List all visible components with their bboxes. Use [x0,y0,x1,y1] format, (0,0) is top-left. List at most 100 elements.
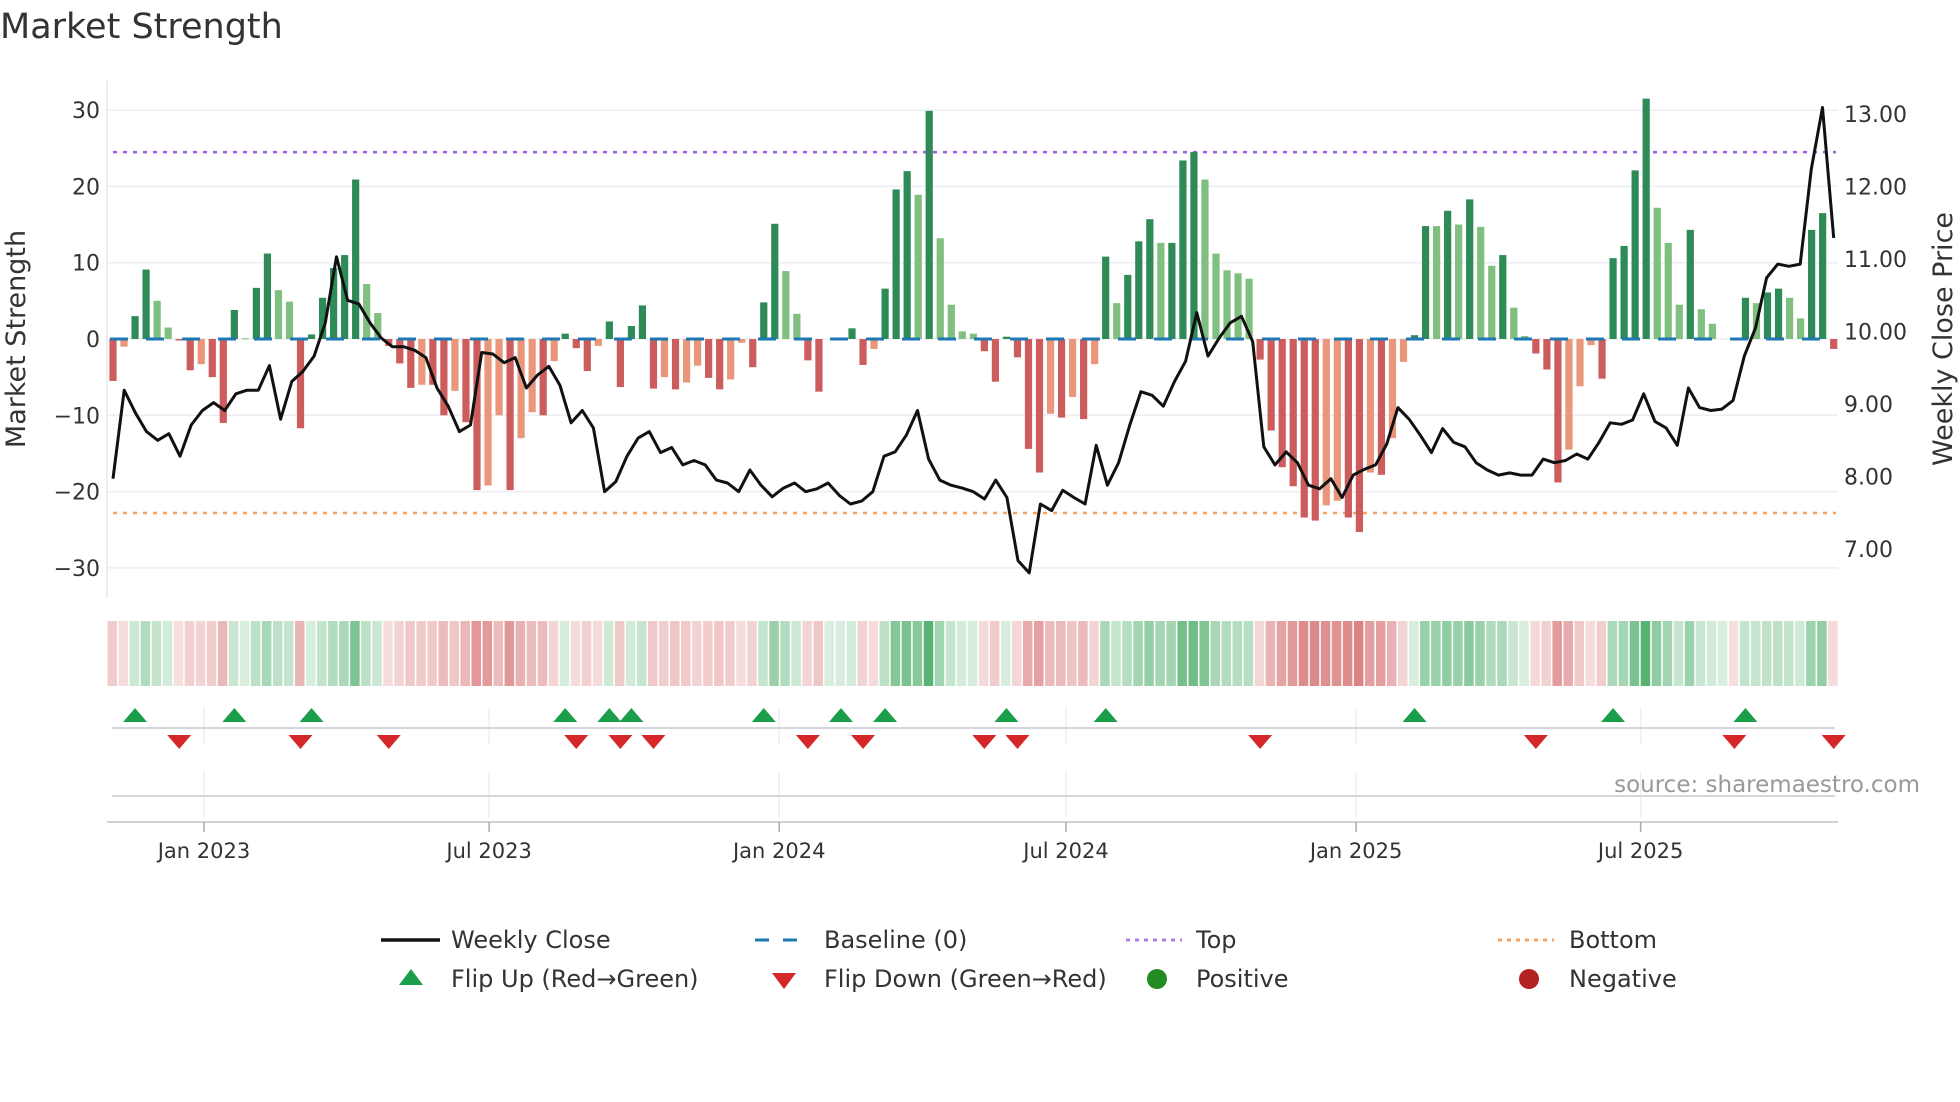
legend-baseline[interactable]: Baseline (0) [824,926,967,954]
heat-strip-cell [129,621,140,686]
legend-top[interactable]: Top [1195,926,1237,954]
heat-strip-cell [471,621,481,686]
heat-strip-cell [184,621,195,686]
heat-strip-cell [1640,621,1651,686]
heat-strip-cell [1386,621,1397,686]
heat-strip-cell [350,621,360,686]
y-tick-label: 30 [72,99,100,124]
negative-strength-bar [1091,339,1099,365]
heat-strip-cell [460,621,470,686]
positive-strength-bar [1686,229,1694,339]
negative-strength-bar [1830,339,1838,349]
negative-strength-bar [682,339,691,383]
x-tick-label: Jan 2025 [1308,839,1403,863]
positive-strength-bar [241,338,249,340]
negative-strength-bar [616,339,624,388]
positive-strength-bar [1135,241,1143,339]
legend-negative[interactable]: Negative [1569,965,1677,993]
heat-strip-cell [206,621,217,686]
heat-strip-cell [1706,621,1717,686]
heat-strip-cell [1298,621,1309,686]
legend-positive[interactable]: Positive [1196,965,1289,993]
heat-strip-cell [670,621,680,686]
positive-strength-bar [1157,242,1165,339]
flip-up-marker [123,708,148,722]
positive-strength-bar [771,223,779,339]
heat-strip-cell [714,621,724,686]
heat-strip-cell [173,621,184,686]
negative-strength-bar [749,339,757,368]
heat-strip-cell [1519,621,1529,686]
y2-axis-ticks: 13.00 12.00 11.00 10.00 9.00 8.00 7.00 [1844,103,1907,563]
heat-strip-cell [769,621,779,686]
heat-strip-cell [1651,621,1662,686]
heat-strip-cell [736,621,746,686]
heat-strip-cell [1607,621,1618,686]
heat-strip-cell [372,621,382,686]
negative-strength-bar [462,339,470,423]
heat-strip-cell [239,621,250,686]
heat-strip-cell [846,621,857,686]
y2-tick-label: 9.00 [1844,393,1893,418]
heat-strip-cell [515,621,526,686]
heat-strip-cell [1574,621,1584,686]
positive-strength-bar [1201,179,1209,339]
positive-strength-bar [958,331,966,339]
negative-strength-bar [539,339,547,416]
heat-strip-cell [802,621,812,686]
positive-strength-bar [1444,210,1452,339]
positive-strength-bar [1002,336,1011,339]
flip-up-marker [1093,708,1118,722]
positive-strength-bar [307,334,316,339]
heat-strip-cell [1078,621,1088,686]
flip-up-marker [1733,708,1758,722]
negative-strength-bar [649,339,658,389]
negative-strength-bar [980,339,988,352]
positive-strength-bar [925,110,933,339]
negative-strength-bar [517,339,525,439]
legend-flip-down[interactable]: Flip Down (Green→Red) [824,965,1107,993]
negative-strength-bar [859,339,867,365]
heat-strip-cell [317,621,327,686]
negative-strength-bar [208,339,216,378]
heat-strip-cell [857,621,868,686]
positive-strength-bar [153,300,161,339]
negative-strength-bar [1399,339,1408,362]
heat-strip-cell [945,621,956,686]
positive-strength-bar [1168,242,1176,339]
flip-up-marker [222,708,247,722]
heat-strip-cell [1331,621,1342,686]
negative-strength-bar [1080,339,1088,420]
positive-strength-bar [252,287,260,339]
positive-strength-bar [1146,219,1154,339]
heat-strip-cell [647,621,658,686]
legend-flip-up[interactable]: Flip Up (Red→Green) [451,965,699,993]
heat-strip-cell [526,621,537,686]
negative-strength-bar [815,339,823,392]
x-tick-label: Jul 2025 [1596,839,1683,863]
heat-strip-cell [1276,621,1287,686]
heat-strip-cell [1695,621,1706,686]
negative-strength-bar [296,339,305,429]
positive-strength-bar [1510,307,1518,339]
negative-strength-bar [1256,339,1264,360]
heat-strip-cell [681,621,691,686]
heat-strip-cell [923,621,934,686]
positive-strength-bar [164,327,172,339]
positive-strength-bar [881,288,889,339]
heat-strip-cell [824,621,834,686]
legend-weekly-close[interactable]: Weekly Close [451,926,611,954]
heat-strip-cell [537,621,548,686]
negative-strength-bar [1035,339,1044,473]
flip-down-marker [608,735,633,749]
heat-strip-cell [493,621,504,686]
heat-strip-cell [217,621,228,686]
negative-strength-bar [1366,339,1375,473]
heat-strip-cell [1585,621,1596,686]
heat-strip-cell [1254,621,1265,686]
heat-strip-cell [1320,621,1331,686]
negative-strength-bar [1300,339,1308,518]
flip-down-marker [795,735,820,749]
legend-bottom[interactable]: Bottom [1569,926,1657,954]
negative-strength-bar [495,339,503,416]
